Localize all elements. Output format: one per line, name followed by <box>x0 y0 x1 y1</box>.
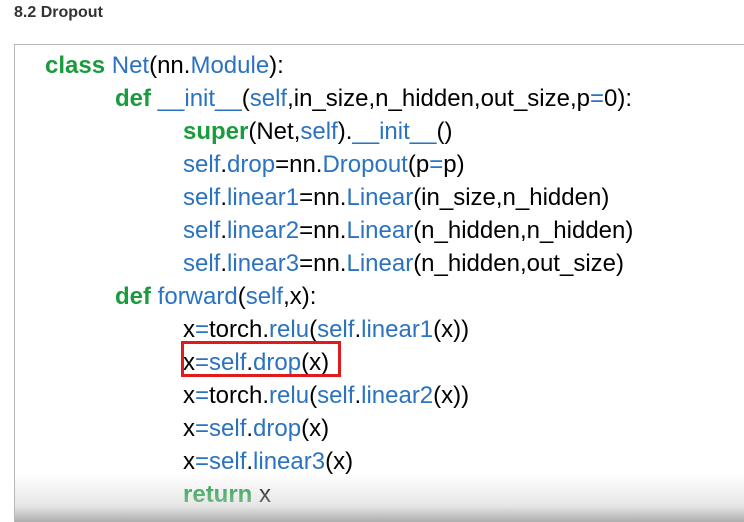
code-token: torch. <box>209 316 270 343</box>
code-token: ( <box>237 283 246 310</box>
code-token: (x)) <box>433 316 470 343</box>
code-token: ): <box>269 52 284 79</box>
section-heading: 8.2 Dropout <box>14 4 103 21</box>
code-line: self.linear1=nn.Linear(in_size,n_hidden) <box>183 182 609 214</box>
code-line: self.drop=nn.Dropout(p=p) <box>183 149 465 181</box>
code-token: __init__ <box>352 118 437 145</box>
code-token: super <box>183 118 249 145</box>
code-token: = <box>195 382 210 409</box>
code-token: Module <box>190 52 270 79</box>
code-token: self <box>300 118 338 145</box>
code-token: x <box>183 349 195 376</box>
code-token: self <box>209 349 247 376</box>
code-token: linear3 <box>253 448 326 475</box>
code-token: (n_hidden,out_size) <box>413 250 624 277</box>
page: 8.2 Dropout class Net(nn.Module): def __i… <box>0 0 744 522</box>
code-token: (Net, <box>248 118 301 145</box>
code-token: self <box>317 316 355 343</box>
code-token: torch. <box>209 382 270 409</box>
code-token: def <box>115 85 158 112</box>
code-token: __init__ <box>157 85 242 112</box>
code-token: self <box>245 283 284 310</box>
code-token: Net <box>111 52 150 79</box>
code-line: def __init__(self,in_size,n_hidden,out_s… <box>115 83 632 115</box>
code-token: ). <box>337 118 353 145</box>
code-token: x <box>183 415 195 442</box>
code-token: (p <box>407 151 430 178</box>
code-line: class Net(nn.Module): <box>45 50 284 82</box>
code-token: self <box>183 151 221 178</box>
code-token: ,in_size,n_hidden,out_size,p <box>287 85 590 112</box>
code-token: (x)) <box>433 382 470 409</box>
code-token: p) <box>443 151 465 178</box>
code-token: self <box>183 184 221 211</box>
code-token: return <box>183 481 260 508</box>
code-token: drop <box>253 415 302 442</box>
code-token: linear2 <box>361 382 434 409</box>
code-token: (x) <box>301 415 330 442</box>
code-token: ( <box>309 382 318 409</box>
code-token: self <box>209 415 247 442</box>
code-token: (x) <box>301 349 330 376</box>
code-token: x <box>183 382 195 409</box>
code-token: drop <box>253 349 302 376</box>
code-token: linear1 <box>227 184 300 211</box>
code-line: super(Net,self).__init__() <box>183 116 452 148</box>
code-token: () <box>436 118 453 145</box>
code-token: = <box>195 415 210 442</box>
code-token: Linear <box>346 217 414 244</box>
code-token: forward <box>157 283 238 310</box>
code-token: (in_size,n_hidden) <box>413 184 610 211</box>
code-token: =nn. <box>299 250 347 277</box>
code-token: self <box>209 448 247 475</box>
code-token: = <box>195 316 210 343</box>
code-token: Dropout <box>322 151 408 178</box>
code-token: = <box>429 151 444 178</box>
code-token: = <box>590 85 605 112</box>
code-token: x <box>259 481 272 508</box>
code-token: self <box>317 382 355 409</box>
code-token: (n_hidden,n_hidden) <box>413 217 634 244</box>
code-token: self <box>183 250 221 277</box>
code-token: ( <box>309 316 318 343</box>
code-line: self.linear3=nn.Linear(n_hidden,out_size… <box>183 248 624 280</box>
code-token: relu <box>269 382 310 409</box>
code-token: linear1 <box>361 316 434 343</box>
code-token: self <box>249 85 288 112</box>
code-token: relu <box>269 316 310 343</box>
code-token: linear3 <box>227 250 300 277</box>
code-line: return x <box>183 479 271 511</box>
code-line: self.linear2=nn.Linear(n_hidden,n_hidden… <box>183 215 633 247</box>
code-token: x <box>183 316 195 343</box>
code-token: Linear <box>346 184 414 211</box>
code-token: = <box>195 448 210 475</box>
code-token: ( <box>241 85 250 112</box>
code-line: x=self.linear3(x) <box>183 446 353 478</box>
code-line: x=torch.relu(self.linear2(x)) <box>183 380 469 412</box>
code-block: class Net(nn.Module): def __init__(self,i… <box>14 44 744 522</box>
code-token: def <box>115 283 158 310</box>
code-line: x=self.drop(x) <box>183 347 329 379</box>
code-token: (nn. <box>149 52 191 79</box>
code-line: x=self.drop(x) <box>183 413 329 445</box>
code-token: class <box>45 52 112 79</box>
code-token: 0): <box>604 85 633 112</box>
code-token: =nn. <box>299 184 347 211</box>
code-token: =nn. <box>299 217 347 244</box>
code-token: x <box>183 448 195 475</box>
code-token: drop <box>227 151 276 178</box>
code-token: =nn. <box>275 151 323 178</box>
code-line: def forward(self,x): <box>115 281 316 313</box>
code-token: Linear <box>346 250 414 277</box>
code-token: (x) <box>325 448 354 475</box>
code-line: x=torch.relu(self.linear1(x)) <box>183 314 469 346</box>
code-token: self <box>183 217 221 244</box>
code-token: = <box>195 349 210 376</box>
code-token: ,x): <box>283 283 317 310</box>
code-token: linear2 <box>227 217 300 244</box>
